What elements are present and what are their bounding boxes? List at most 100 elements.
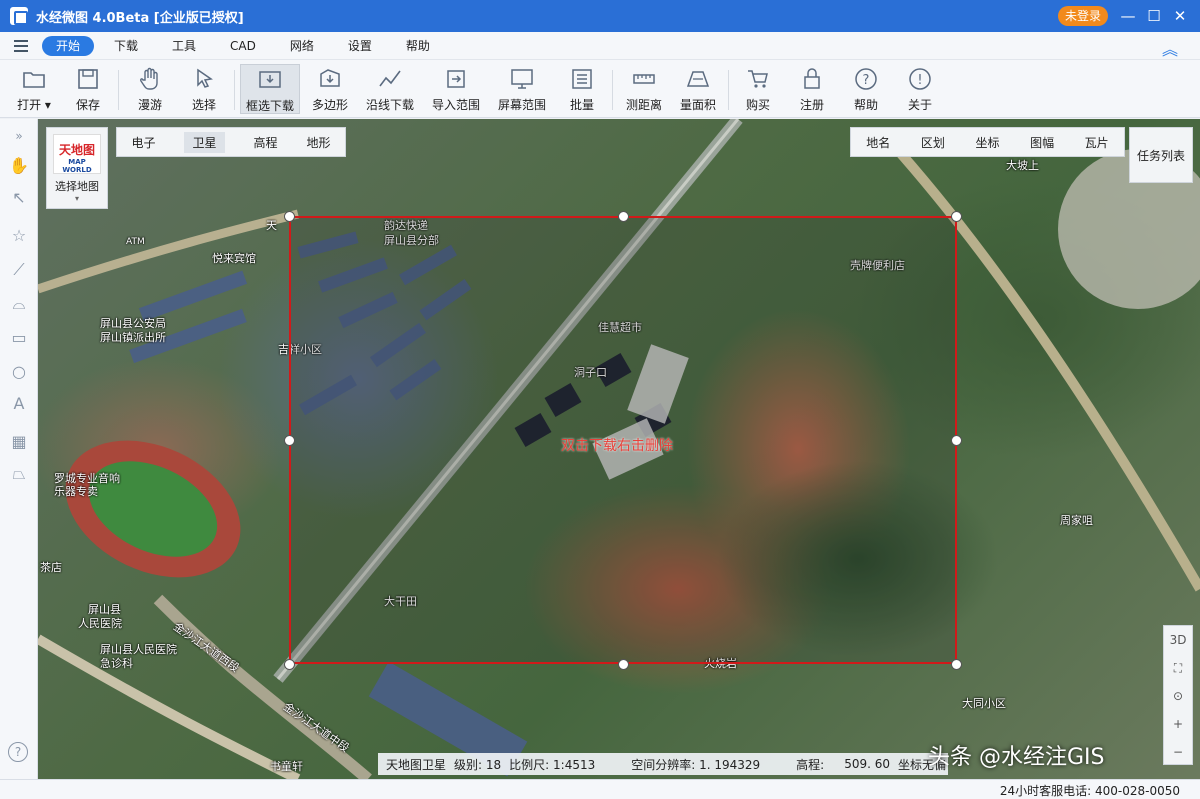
box-download-icon bbox=[257, 67, 283, 93]
atm-label: ATM bbox=[126, 237, 145, 247]
question-icon: ? bbox=[853, 66, 879, 92]
menu-help[interactable]: 帮助 bbox=[392, 36, 444, 56]
support-phone: 24小时客服电话: 400-028-0050 bbox=[999, 784, 1180, 798]
status-source: 天地图卫星 bbox=[386, 757, 447, 772]
close-button[interactable]: ✕ bbox=[1168, 4, 1192, 28]
overlay-switcher: 地名 区划 坐标 图幅 瓦片 bbox=[850, 127, 1125, 157]
menu-network[interactable]: 网络 bbox=[276, 36, 328, 56]
star-icon[interactable]: ☆ bbox=[8, 225, 30, 247]
batch-button[interactable]: 批量 bbox=[554, 64, 610, 114]
map-label: 周家咀 bbox=[1060, 514, 1093, 527]
area-measure-icon[interactable]: ⏢ bbox=[8, 463, 30, 485]
svg-text:!: ! bbox=[917, 73, 922, 88]
monitor-icon bbox=[509, 66, 535, 92]
3d-toggle-button[interactable]: 3D bbox=[1164, 626, 1192, 654]
circle-icon[interactable]: ○ bbox=[8, 361, 30, 383]
resize-handle[interactable] bbox=[618, 211, 629, 222]
left-tool-sidebar: » ✋ ↖ ☆ ⟋ ⌓ ▭ ○ A ▦ ⏢ bbox=[0, 119, 38, 779]
resize-handle[interactable] bbox=[951, 211, 962, 222]
cursor-icon bbox=[191, 66, 217, 92]
open-button[interactable]: 打开 ▾ bbox=[6, 64, 62, 114]
screen-range-button[interactable]: 屏幕范围 bbox=[494, 64, 550, 114]
resize-handle[interactable] bbox=[284, 659, 295, 670]
about-button[interactable]: ! 关于 bbox=[892, 64, 948, 114]
polygon-download-icon bbox=[317, 66, 343, 92]
select-button[interactable]: 选择 bbox=[176, 64, 232, 114]
overlay-districts[interactable]: 区划 bbox=[921, 134, 945, 151]
overlay-coordinates[interactable]: 坐标 bbox=[975, 134, 999, 151]
save-icon bbox=[75, 66, 101, 92]
lock-icon bbox=[799, 66, 825, 92]
import-range-button[interactable]: 导入范围 bbox=[428, 64, 484, 114]
menu-settings[interactable]: 设置 bbox=[334, 36, 386, 56]
title-bar: 水经微图 4.0Beta [企业版已授权] 未登录 — ☐ ✕ bbox=[0, 0, 1200, 32]
line-download-button[interactable]: 沿线下载 bbox=[362, 64, 418, 114]
cursor-icon[interactable]: ↖ bbox=[8, 187, 30, 209]
menu-bar: 开始 下载 工具 CAD 网络 设置 帮助 ︽ bbox=[0, 32, 1200, 60]
overlay-place-names[interactable]: 地名 bbox=[866, 134, 890, 151]
map-type-elevation[interactable]: 高程 bbox=[253, 134, 277, 151]
map-type-switcher: 电子 卫星 高程 地形 bbox=[116, 127, 346, 157]
ruler-icon[interactable]: ▦ bbox=[8, 431, 30, 453]
locate-icon[interactable]: ⊙ bbox=[1164, 682, 1192, 710]
toolbar: 打开 ▾ 保存 漫游 选择 框选下载 多边形 沿线下载 导入范围 屏幕范围 批量 bbox=[0, 60, 1200, 118]
window-title: 水经微图 4.0Beta [企业版已授权] bbox=[36, 10, 244, 26]
polyline-icon bbox=[377, 66, 403, 92]
toolbar-separator bbox=[118, 70, 119, 110]
zoom-in-button[interactable]: + bbox=[1164, 710, 1192, 738]
save-button[interactable]: 保存 bbox=[60, 64, 116, 114]
task-list-button[interactable]: 任务列表 bbox=[1129, 127, 1193, 183]
selection-hint: 双击下载右击删除 bbox=[561, 438, 673, 454]
chevron-down-icon: ▾ bbox=[74, 194, 79, 203]
polyline-icon[interactable]: ⟋ bbox=[8, 259, 30, 281]
toolbar-separator bbox=[728, 70, 729, 110]
help-button[interactable]: ? 帮助 bbox=[838, 64, 894, 114]
resize-handle[interactable] bbox=[284, 435, 295, 446]
map-label: 悦来宾馆 bbox=[212, 252, 256, 265]
register-button[interactable]: 注册 bbox=[784, 64, 840, 114]
map-view[interactable]: 韵达快递 屏山县分部 悦来宾馆 屏山县公安局 屏山镇派出所 吉祥小区 佳慧超市 … bbox=[38, 119, 1200, 779]
hamburger-menu-icon[interactable] bbox=[14, 37, 28, 55]
expand-sidebar-icon[interactable]: » bbox=[8, 125, 30, 147]
folder-icon bbox=[21, 66, 47, 92]
map-type-vector[interactable]: 电子 bbox=[131, 134, 155, 151]
map-controls: 3D ⛶ ⊙ + − bbox=[1163, 625, 1193, 765]
zoom-out-button[interactable]: − bbox=[1164, 738, 1192, 766]
map-type-satellite[interactable]: 卫星 bbox=[184, 131, 225, 153]
status-resolution: 空间分辨率: 1. 194329 bbox=[631, 757, 761, 772]
app-logo-icon bbox=[10, 7, 28, 25]
polygon-button[interactable]: 多边形 bbox=[302, 64, 358, 114]
resize-handle[interactable] bbox=[618, 659, 629, 670]
map-label: 乐器专卖 bbox=[54, 485, 98, 498]
menu-start[interactable]: 开始 bbox=[42, 35, 95, 56]
maximize-button[interactable]: ☐ bbox=[1142, 4, 1166, 28]
minimize-button[interactable]: — bbox=[1116, 4, 1140, 28]
box-download-button[interactable]: 框选下载 bbox=[240, 64, 300, 114]
pan-button[interactable]: 漫游 bbox=[122, 64, 178, 114]
menu-cad[interactable]: CAD bbox=[216, 36, 270, 56]
text-icon[interactable]: A bbox=[8, 393, 30, 415]
overlay-tiles[interactable]: 瓦片 bbox=[1085, 134, 1109, 151]
fullscreen-icon[interactable]: ⛶ bbox=[1164, 654, 1192, 682]
hand-icon bbox=[137, 66, 163, 92]
measure-area-button[interactable]: 量面积 bbox=[670, 64, 726, 114]
menu-download[interactable]: 下载 bbox=[100, 36, 152, 56]
login-button[interactable]: 未登录 bbox=[1058, 6, 1108, 26]
help-circle-icon[interactable]: ? bbox=[8, 742, 28, 762]
area-chart-icon[interactable]: ⌓ bbox=[8, 293, 30, 315]
menu-tools[interactable]: 工具 bbox=[158, 36, 210, 56]
resize-handle[interactable] bbox=[951, 659, 962, 670]
map-source-selector[interactable]: 天地图 MAP WORLD 选择地图 ▾ bbox=[46, 127, 108, 209]
collapse-ribbon-icon[interactable]: ︽ bbox=[1162, 36, 1178, 60]
resize-handle[interactable] bbox=[951, 435, 962, 446]
measure-distance-button[interactable]: 测距离 bbox=[616, 64, 672, 114]
resize-handle[interactable] bbox=[284, 211, 295, 222]
import-icon bbox=[443, 66, 469, 92]
buy-button[interactable]: 购买 bbox=[730, 64, 786, 114]
map-type-terrain[interactable]: 地形 bbox=[306, 134, 330, 151]
map-label: 大坡上 bbox=[1006, 159, 1039, 172]
road-label: 天 bbox=[266, 219, 277, 232]
rectangle-icon[interactable]: ▭ bbox=[8, 327, 30, 349]
hand-icon[interactable]: ✋ bbox=[8, 155, 30, 177]
overlay-sheets[interactable]: 图幅 bbox=[1030, 134, 1054, 151]
